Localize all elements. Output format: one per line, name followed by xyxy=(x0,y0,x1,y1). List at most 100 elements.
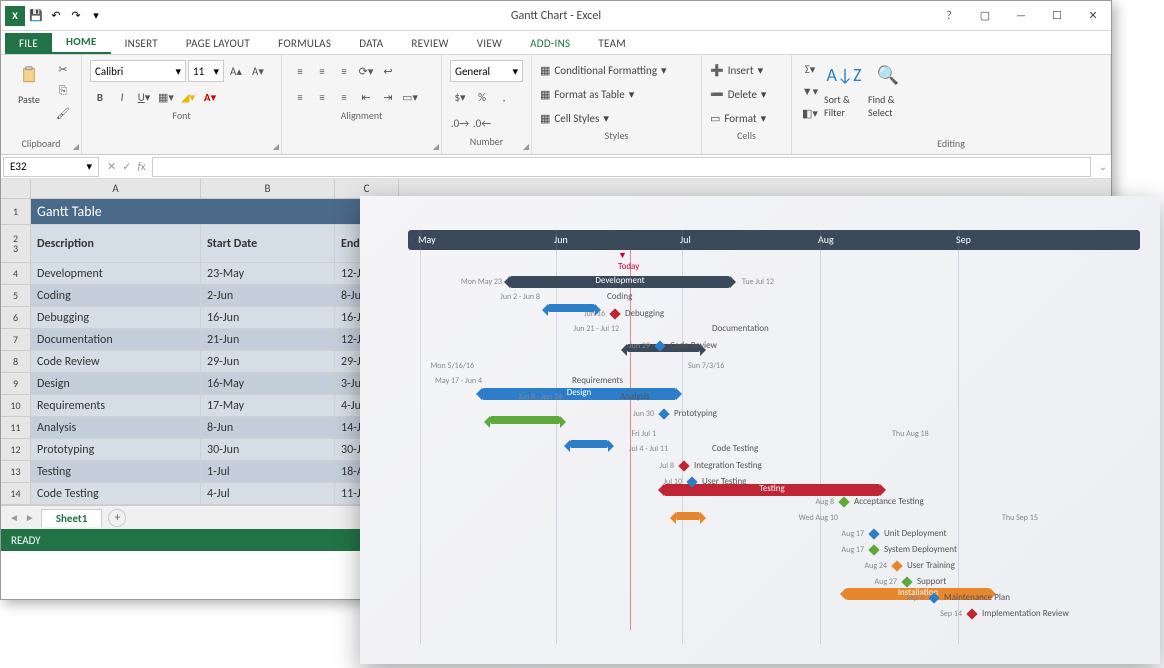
qat-customize-icon[interactable]: ▾ xyxy=(87,7,105,25)
cell-start-date[interactable]: 2-Jun xyxy=(201,285,335,307)
cut-button[interactable]: ✂ xyxy=(53,59,73,79)
copy-button[interactable]: ⎘ xyxy=(53,81,73,101)
cell-description[interactable]: Testing xyxy=(31,461,201,483)
cell-description[interactable]: Code Testing xyxy=(31,483,201,505)
alignment-launcher-icon[interactable]: ◢ xyxy=(433,142,439,152)
increase-indent-button[interactable]: ⇥ xyxy=(378,87,398,107)
find-select-button[interactable]: 🔍 Find & Select xyxy=(868,59,908,119)
merge-button[interactable]: ▭▾ xyxy=(400,87,420,107)
cell-start-date[interactable]: 17-May xyxy=(201,395,335,417)
underline-button[interactable]: U▾ xyxy=(134,87,154,107)
qat-save-button[interactable]: 💾 xyxy=(27,7,45,25)
tab-insert[interactable]: INSERT xyxy=(111,33,172,54)
cell-description[interactable]: Requirements xyxy=(31,395,201,417)
fx-icon[interactable]: fx xyxy=(137,160,145,173)
qat-redo-button[interactable]: ↷ xyxy=(67,7,85,25)
align-top-button[interactable]: ≡ xyxy=(290,61,310,81)
cell-start-date[interactable]: 21-Jun xyxy=(201,329,335,351)
table-title-cell[interactable]: Gantt Table xyxy=(31,199,399,225)
format-cells-button[interactable]: ▭Format▾ xyxy=(710,107,783,129)
align-center-button[interactable]: ≡ xyxy=(312,87,332,107)
row-header[interactable]: 12 xyxy=(1,439,31,461)
ribbon-display-button[interactable]: ▢ xyxy=(971,6,999,26)
font-launcher-icon[interactable]: ◢ xyxy=(273,142,279,152)
align-right-button[interactable]: ≡ xyxy=(334,87,354,107)
add-sheet-button[interactable]: + xyxy=(108,509,126,527)
tab-home[interactable]: HOME xyxy=(52,31,111,54)
comma-button[interactable]: , xyxy=(494,87,514,107)
row-header[interactable]: 9 xyxy=(1,373,31,395)
cell-start-date[interactable]: 16-Jun xyxy=(201,307,335,329)
select-all-corner[interactable] xyxy=(1,179,31,198)
row-header[interactable]: 10 xyxy=(1,395,31,417)
number-launcher-icon[interactable]: ◢ xyxy=(523,142,529,152)
autosum-button[interactable]: Σ▾ xyxy=(800,59,820,79)
decrease-decimal-button[interactable]: .0← xyxy=(472,113,492,133)
cell-start-date[interactable]: 23-May xyxy=(201,263,335,285)
sheet-tab-sheet1[interactable]: Sheet1 xyxy=(41,509,103,527)
format-painter-button[interactable]: 🖌 xyxy=(53,103,73,123)
maximize-button[interactable]: ☐ xyxy=(1043,6,1071,26)
fill-button[interactable]: ▼▾ xyxy=(800,81,820,101)
tab-addins[interactable]: ADD-INS xyxy=(516,33,584,54)
clipboard-launcher-icon[interactable]: ◢ xyxy=(73,142,79,152)
align-left-button[interactable]: ≡ xyxy=(290,87,310,107)
cell-description[interactable]: Coding xyxy=(31,285,201,307)
row-header[interactable]: 11 xyxy=(1,417,31,439)
conditional-formatting-button[interactable]: ▦Conditional Formatting▾ xyxy=(540,59,693,81)
italic-button[interactable]: I xyxy=(112,87,132,107)
cell-description[interactable]: Code Review xyxy=(31,351,201,373)
qat-undo-button[interactable]: ↶ xyxy=(47,7,65,25)
align-middle-button[interactable]: ≡ xyxy=(312,61,332,81)
cell-start-date[interactable]: 8-Jun xyxy=(201,417,335,439)
col-header-b[interactable]: B xyxy=(201,179,335,198)
tab-file[interactable]: FILE xyxy=(5,33,52,54)
format-as-table-button[interactable]: ▦Format as Table▾ xyxy=(540,83,693,105)
enter-formula-icon[interactable]: ✓ xyxy=(122,160,131,173)
header-start-date[interactable]: Start Date xyxy=(201,225,335,263)
cell-description[interactable]: Documentation xyxy=(31,329,201,351)
cell-start-date[interactable]: 30-Jun xyxy=(201,439,335,461)
row-header[interactable]: 7 xyxy=(1,329,31,351)
increase-decimal-button[interactable]: .0→ xyxy=(450,113,470,133)
cell-description[interactable]: Design xyxy=(31,373,201,395)
font-name-select[interactable]: Calibri▾ xyxy=(90,60,186,82)
cell-description[interactable]: Debugging xyxy=(31,307,201,329)
decrease-indent-button[interactable]: ⇤ xyxy=(356,87,376,107)
number-format-select[interactable]: General▾ xyxy=(450,60,523,82)
cell-start-date[interactable]: 1-Jul xyxy=(201,461,335,483)
cell-start-date[interactable]: 29-Jun xyxy=(201,351,335,373)
clear-button[interactable]: ◧▾ xyxy=(800,103,820,123)
cell-description[interactable]: Development xyxy=(31,263,201,285)
row-header[interactable]: 14 xyxy=(1,483,31,505)
header-description[interactable]: Description xyxy=(31,225,201,263)
delete-cells-button[interactable]: ➖Delete▾ xyxy=(710,83,783,105)
paste-button[interactable]: Paste xyxy=(9,59,49,106)
row-header[interactable]: 13 xyxy=(1,461,31,483)
tab-page-layout[interactable]: PAGE LAYOUT xyxy=(172,33,264,54)
row-header[interactable]: 6 xyxy=(1,307,31,329)
name-box[interactable]: E32▾ xyxy=(3,157,99,177)
sort-filter-button[interactable]: A↓Z Sort & Filter xyxy=(824,59,864,119)
cell-start-date[interactable]: 16-May xyxy=(201,373,335,395)
expand-formula-bar-icon[interactable]: ⌄ xyxy=(1095,160,1111,173)
tab-team[interactable]: TEAM xyxy=(584,33,640,54)
align-bottom-button[interactable]: ≡ xyxy=(334,61,354,81)
cell-description[interactable]: Prototyping xyxy=(31,439,201,461)
cell-start-date[interactable]: 4-Jul xyxy=(201,483,335,505)
row-header[interactable]: 1 xyxy=(1,199,31,225)
row-header[interactable]: 8 xyxy=(1,351,31,373)
col-header-a[interactable]: A xyxy=(31,179,201,198)
insert-cells-button[interactable]: ➕Insert▾ xyxy=(710,59,783,81)
tab-review[interactable]: REVIEW xyxy=(397,33,462,54)
fill-color-button[interactable]: ◢▾ xyxy=(178,87,198,107)
sheet-nav-next-icon[interactable]: ► xyxy=(25,511,35,524)
orientation-button[interactable]: ⟳▾ xyxy=(356,61,376,81)
percent-button[interactable]: % xyxy=(472,87,492,107)
tab-view[interactable]: VIEW xyxy=(463,33,516,54)
close-button[interactable]: ✕ xyxy=(1079,6,1107,26)
bold-button[interactable]: B xyxy=(90,87,110,107)
borders-button[interactable]: ▦▾ xyxy=(156,87,176,107)
help-button[interactable]: ? xyxy=(935,6,963,26)
tab-data[interactable]: DATA xyxy=(345,33,397,54)
